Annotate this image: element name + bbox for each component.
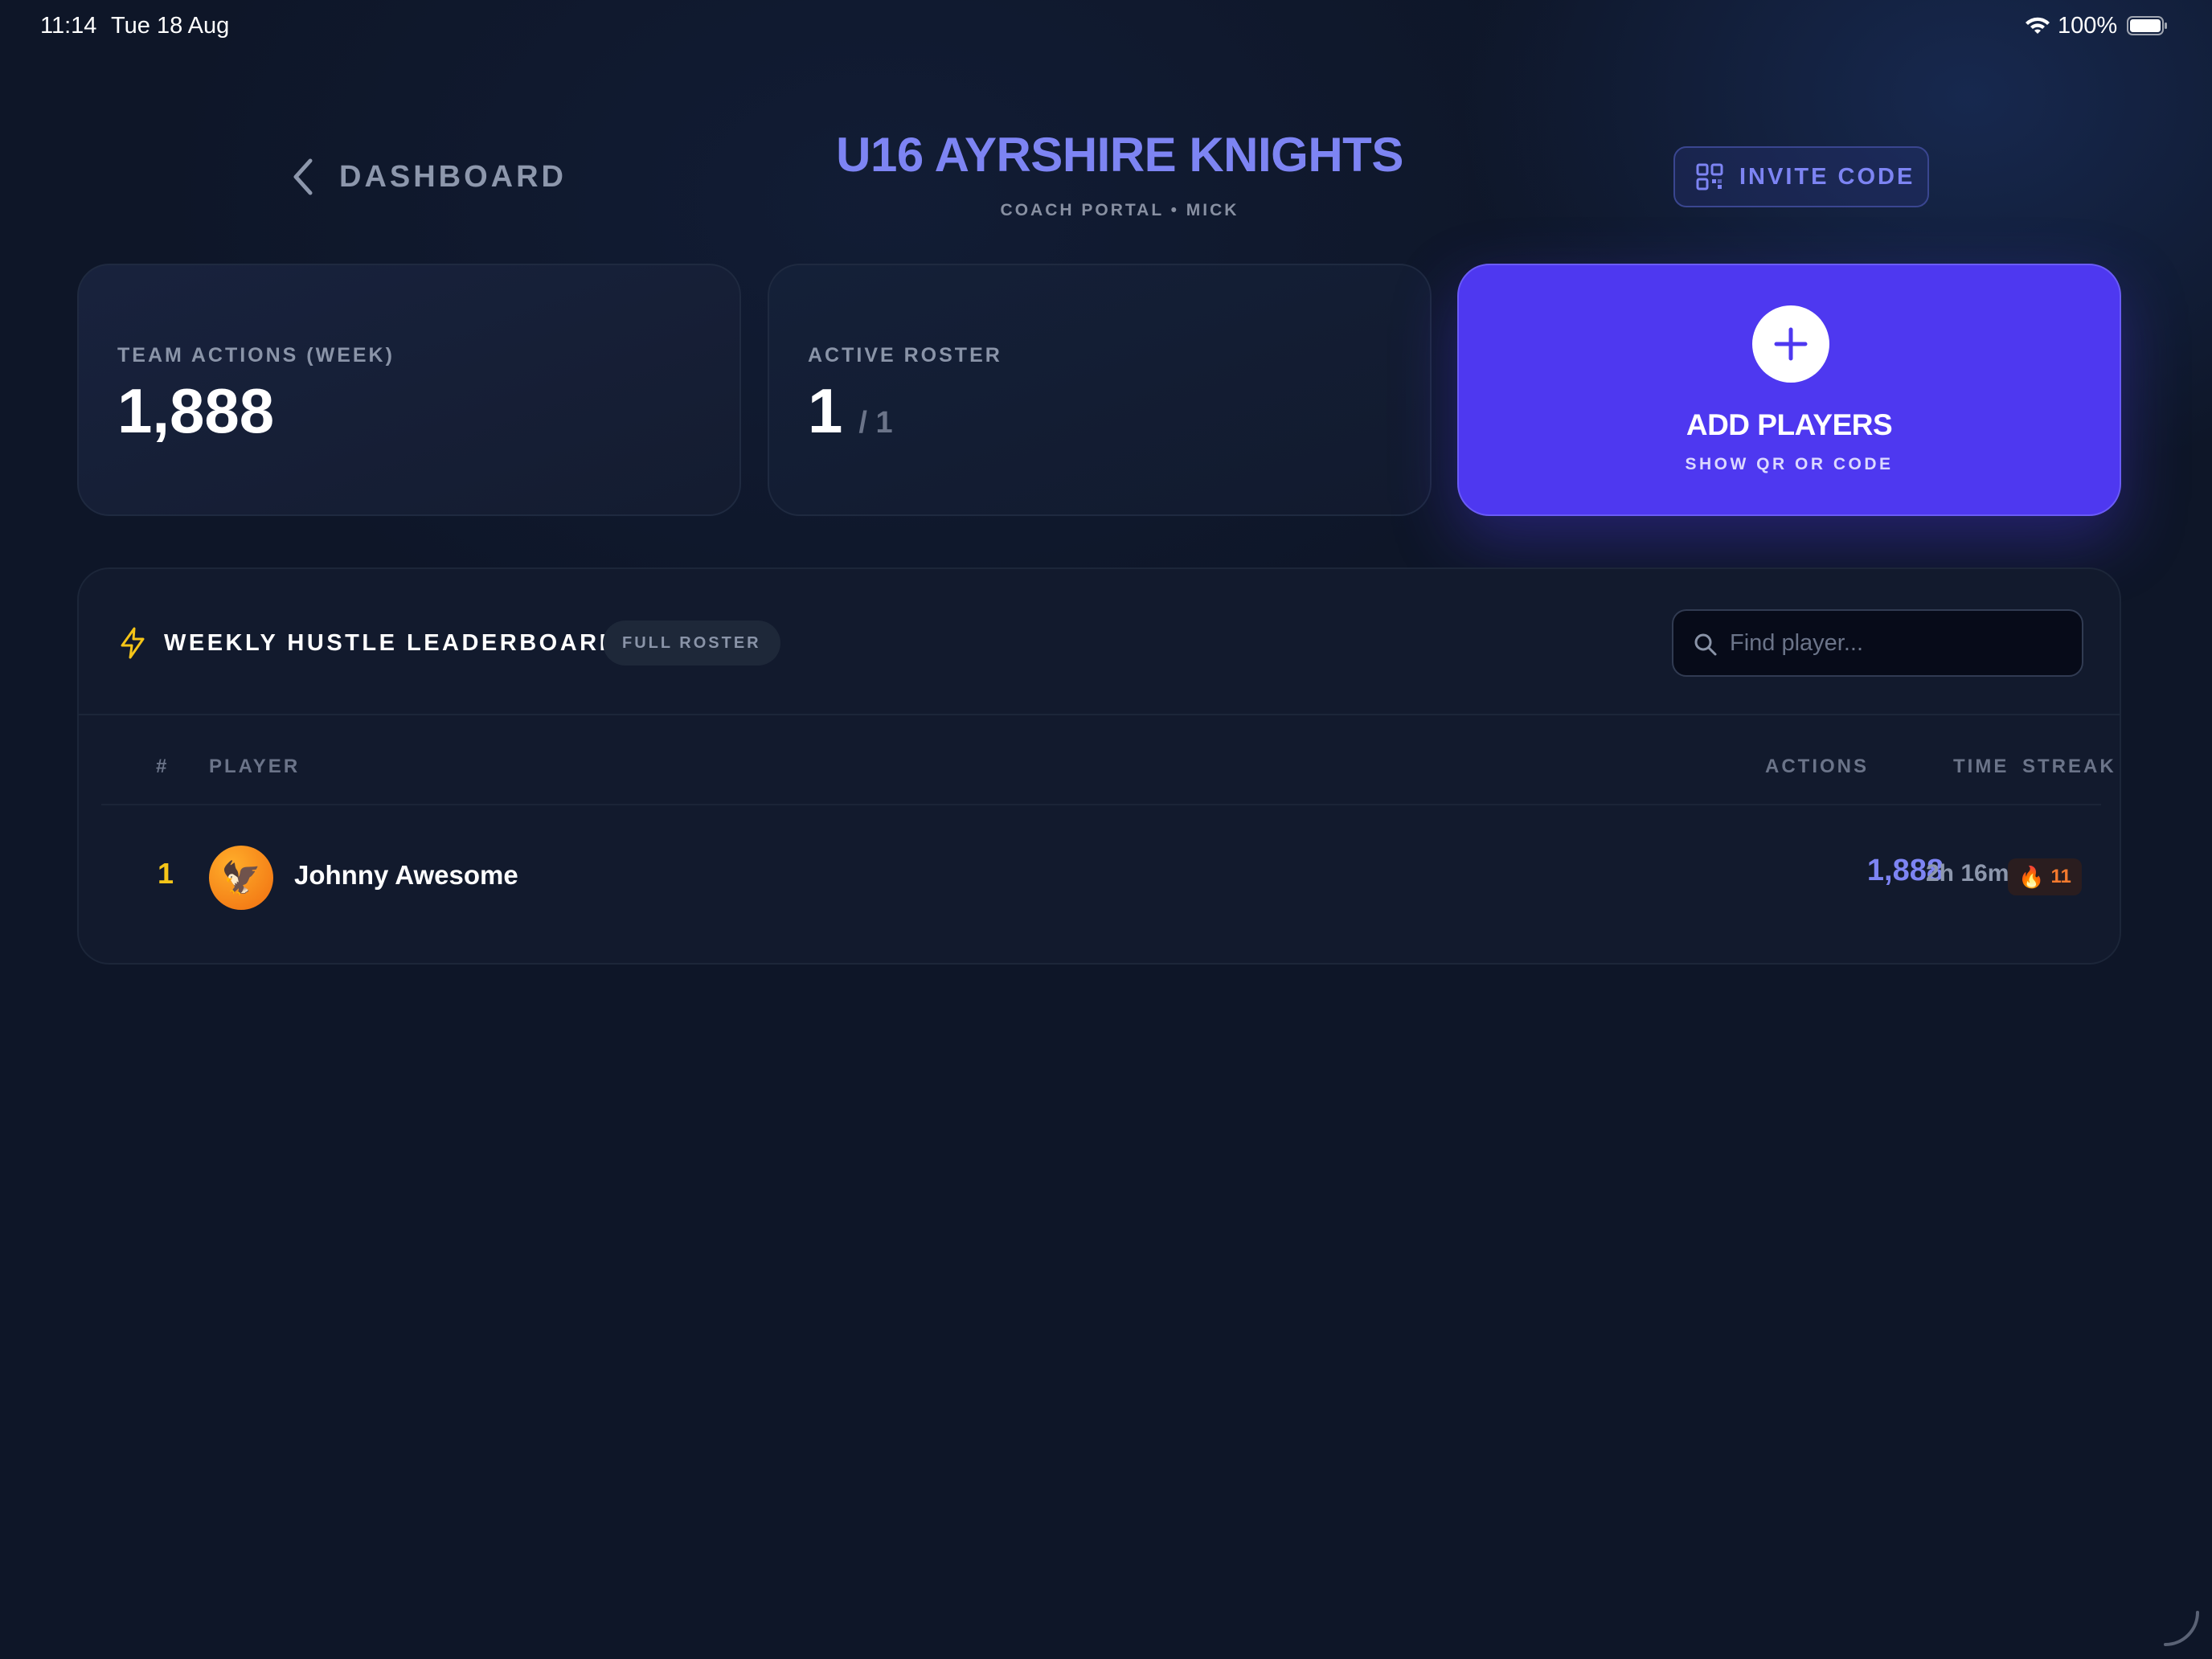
active-roster-count: 1 <box>808 375 843 446</box>
add-players-title: ADD PLAYERS <box>1686 408 1893 441</box>
row-rank: 1 <box>158 857 174 890</box>
add-players-circle <box>1752 305 1829 383</box>
column-header-streak[interactable]: STREAK <box>2022 756 2116 778</box>
full-roster-badge[interactable]: FULL ROSTER <box>603 621 780 666</box>
status-date: Tue 18 Aug <box>111 13 230 39</box>
active-roster-value: 1 / 1 <box>808 375 893 448</box>
coach-portal-screen: 11:14 Tue 18 Aug 100% DASHBOARD U16 AYRS… <box>0 0 2212 1659</box>
battery-percent: 100% <box>2058 13 2118 39</box>
column-header-rank: # <box>156 756 170 777</box>
avatar: 🦅 <box>209 846 273 910</box>
search-icon <box>1694 633 1717 656</box>
wifi-icon <box>2026 17 2050 34</box>
team-actions-value: 1,888 <box>117 375 275 446</box>
leaderboard-panel: WEEKLY HUSTLE LEADERBOARD FULL ROSTER # … <box>77 567 2121 965</box>
battery-icon <box>2127 16 2167 35</box>
column-header-time[interactable]: TIME <box>1953 756 2009 778</box>
active-roster-card: ACTIVE ROSTER 1 / 1 <box>768 264 1432 516</box>
player-time: 2h 16m <box>1926 860 2009 887</box>
leaderboard-header: WEEKLY HUSTLE LEADERBOARD FULL ROSTER <box>79 569 2120 715</box>
invite-code-label: INVITE CODE <box>1739 163 1915 190</box>
fire-icon: 🔥 <box>2018 864 2045 889</box>
status-time: 11:14 <box>40 13 97 39</box>
add-players-subtitle: SHOW QR OR CODE <box>1685 455 1894 473</box>
player-name: Johnny Awesome <box>294 860 518 890</box>
streak-badge: 🔥 11 <box>2008 858 2082 895</box>
leaderboard-title: WEEKLY HUSTLE LEADERBOARD <box>164 630 620 656</box>
active-roster-total: / 1 <box>858 406 893 440</box>
team-actions-card: TEAM ACTIONS (WEEK) 1,888 <box>77 264 741 516</box>
streak-count: 11 <box>2050 866 2071 887</box>
status-bar: 11:14 Tue 18 Aug 100% <box>0 0 2212 51</box>
active-roster-label: ACTIVE ROSTER <box>808 344 1002 367</box>
lightning-bolt-icon <box>121 627 145 659</box>
team-actions-label: TEAM ACTIONS (WEEK) <box>117 344 395 367</box>
add-players-button[interactable]: ADD PLAYERS SHOW QR OR CODE <box>1457 264 2121 516</box>
player-search[interactable] <box>1672 609 2083 677</box>
corner-swipe-indicator <box>2164 1611 2199 1646</box>
column-header-actions[interactable]: ACTIONS <box>1765 756 1869 778</box>
search-input[interactable] <box>1730 611 2067 675</box>
column-header-player: PLAYER <box>209 756 301 777</box>
player-actions: 1,888 <box>1866 854 1944 887</box>
plus-icon <box>1774 327 1808 361</box>
table-row[interactable]: 1 🦅 Johnny Awesome 1,888 2h 16m 🔥 11 <box>79 805 2120 950</box>
qr-code-icon <box>1696 163 1723 190</box>
invite-code-button[interactable]: INVITE CODE <box>1673 146 1929 207</box>
